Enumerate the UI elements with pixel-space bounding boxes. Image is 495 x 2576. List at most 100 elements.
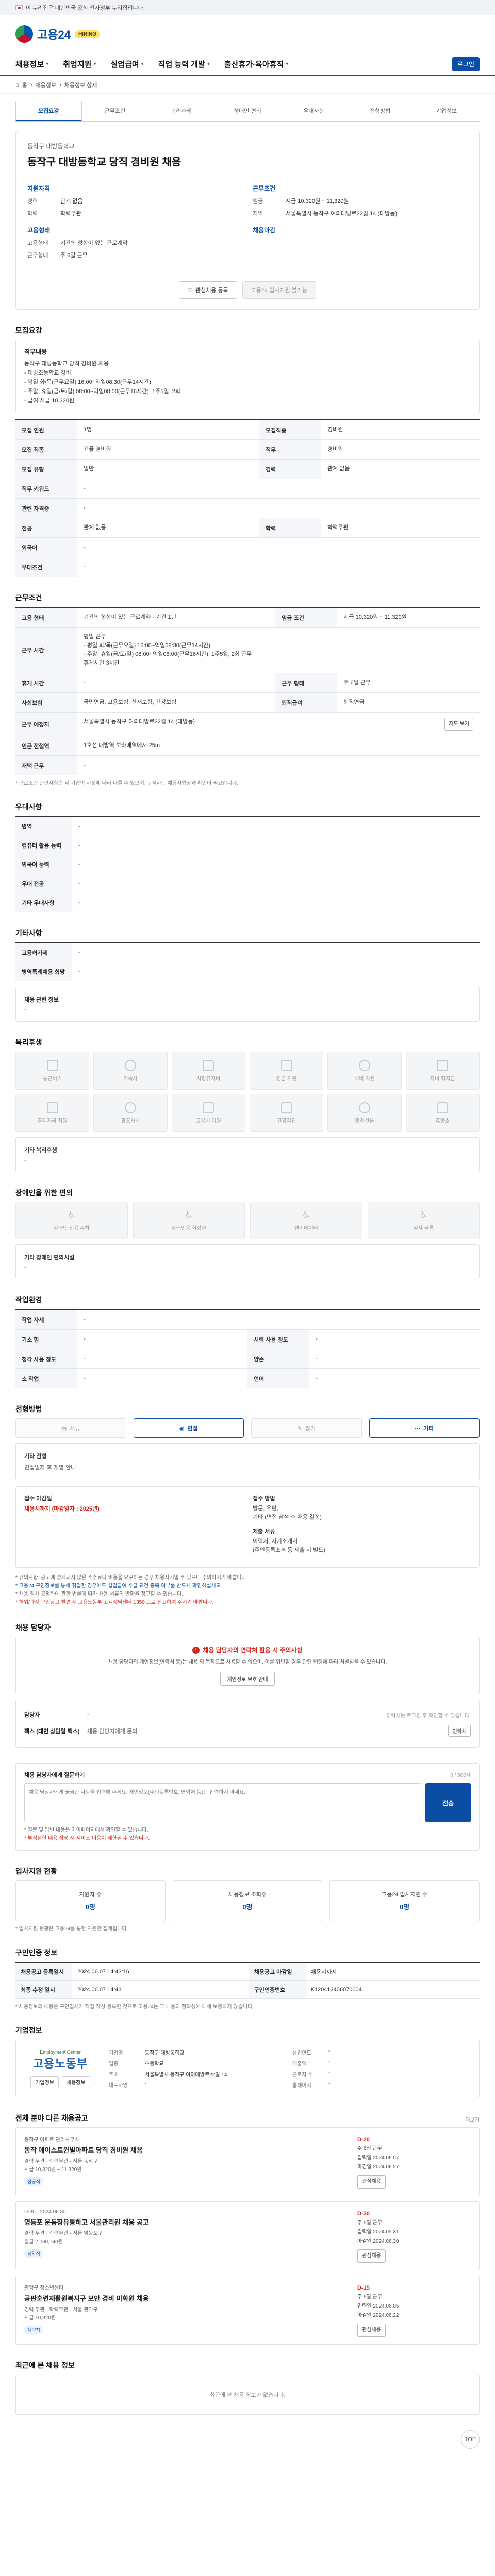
breadcrumb-item[interactable]: 채용정보 — [35, 81, 56, 89]
nav-item-training[interactable]: 직업 능력 개발 ▾ — [158, 59, 210, 70]
step-other: ⋯ 기타 — [369, 1418, 480, 1438]
row-header: 사회보험 — [15, 692, 77, 713]
table-row: 우대조건 - — [15, 557, 480, 577]
step-written: ✎ 필기 — [251, 1418, 362, 1438]
welfare-label: 연금 지원 — [276, 1076, 297, 1082]
apply-button[interactable]: 고용24 입사지원 불가능 — [242, 281, 317, 299]
stat-card: 지원자 수 0명 — [15, 1880, 166, 1921]
welfare-icon — [280, 1059, 292, 1071]
table-row: 모집 인원 1명 모집직종 경비원 — [15, 419, 480, 440]
table-row: 관련 자격증 - — [15, 498, 480, 518]
company-jobs-button[interactable]: 채용정보 — [62, 2076, 90, 2088]
nav-item-leave[interactable]: 출산휴가·육아휴직 ▾ — [224, 59, 288, 70]
recommended-main: 관악구 청소년센터 공판훈련재활원복지구 보안 경비 미화원 채용 경력 무관 · … — [24, 2283, 349, 2337]
tab-welfare[interactable]: 복리후생 — [148, 101, 214, 121]
recommended-card[interactable]: 동작구 아파트 관리사무소 동작 에이스트윈빌아파트 당직 경비원 채용 경력 무관… — [15, 2127, 480, 2196]
summary-value: 주 6일 근무 — [60, 252, 88, 259]
more-link[interactable]: 더보기 — [465, 2115, 480, 2123]
row-value: 기간의 정함이 있는 근로계약 · 기간 1년 — [77, 607, 276, 628]
company-info-value: - — [328, 2048, 331, 2054]
recommended-title[interactable]: 동작 에이스트윈빌아파트 당직 경비원 채용 — [24, 2145, 349, 2155]
tab-recruit[interactable]: 모집요강 — [15, 101, 82, 121]
step-label: 기타 — [423, 1426, 434, 1432]
recommended-company[interactable]: D-30 · 2024.06.30 — [24, 2209, 349, 2215]
row-header: 채용공고 마감일 — [249, 1962, 306, 1981]
recommended-section: 전체 분야 다른 채용공고 더보기 동작구 아파트 관리사무소 동작 에이스트윈빌… — [15, 2113, 480, 2345]
welfare-item: 기숙사 — [93, 1052, 168, 1090]
send-button[interactable]: 전송 — [425, 1783, 471, 1822]
inquiry-input[interactable] — [24, 1783, 421, 1822]
section-title: 입사지원 현황 — [15, 1867, 58, 1875]
row-header: 임금 조건 — [275, 607, 338, 628]
recommended-card[interactable]: 관악구 청소년센터 공판훈련재활원복지구 보안 경비 미화원 채용 경력 무관 · … — [15, 2276, 480, 2345]
method-value: 방문, 우편, 기타 (면접 참석 후 채용 결정) — [253, 1505, 322, 1520]
row-value: 관계 없음 — [321, 459, 480, 479]
company-info-key: 매출액 — [292, 2061, 307, 2067]
recommended-badges: 계약직 — [24, 2249, 349, 2258]
save-job-button[interactable]: 관심채용 — [357, 2175, 386, 2189]
recommended-company[interactable]: 동작구 아파트 관리사무소 — [24, 2135, 349, 2143]
recommended-title[interactable]: 영등포 운동장유통하고 서울관리원 채용 공고 — [24, 2217, 349, 2227]
other-extra-label: 채용 관련 정보 — [24, 997, 59, 1003]
row-header: 학력 — [259, 518, 321, 538]
section-title: 채용 담당자 — [15, 1623, 51, 1632]
row-value: - — [77, 537, 480, 557]
contact-button[interactable]: 연락처 — [448, 1725, 471, 1737]
preference-section: 우대사항 병역 - 컴퓨터 활용 능력 - 외국어 능력 - 우대 전공 - 기타 우대사항 - — [15, 802, 480, 912]
nav-item-support[interactable]: 취업지원 ▾ — [63, 59, 96, 70]
welfare-grid: 통근버스 기숙사 차량유지비 연금 지원 식비 지원 자녀 학자금 주택자금 지원 경조사비 교… — [15, 1052, 480, 1132]
contact-value: - — [87, 1711, 89, 1718]
process-extra-value: 면접일자 후 개별 안내 — [24, 1465, 76, 1471]
scroll-top-button[interactable]: TOP — [461, 2430, 480, 2449]
row-value: 평일 근무 · 평일 화/목(근무요일) 16:00~익일08:30(근무14시… — [77, 627, 480, 673]
company-info-button[interactable]: 기업정보 — [30, 2076, 59, 2088]
welfare-label: 기숙사 — [123, 1076, 138, 1082]
save-job-button[interactable]: 관심채용 — [357, 2249, 386, 2263]
tab-company[interactable]: 기업정보 — [413, 101, 480, 121]
tab-preference[interactable]: 우대사항 — [280, 101, 347, 121]
process-extra-label: 기타 전형 — [24, 1453, 47, 1460]
row-value: 2024.06.07 14:43 — [72, 1980, 249, 1999]
company-info-key: 홈페이지 — [292, 2083, 311, 2089]
recommended-title[interactable]: 공판훈련재활원복지구 보안 경비 미화원 채용 — [24, 2293, 349, 2303]
job-actions: ♡ 관심채용 등록 고용24 입사지원 불가능 — [27, 273, 468, 299]
save-job-button[interactable]: 관심채용 — [357, 2324, 386, 2337]
alert-body: 채용 담당자의 개인정보(연락처 등)는 채용 외 목적으로 사용할 수 없으며… — [108, 1659, 387, 1665]
facility-icon: ♿ — [302, 1210, 310, 1220]
company-name[interactable]: 동작구 대방동학교 — [27, 142, 468, 150]
recommended-card[interactable]: D-30 · 2024.06.30 영등포 운동장유통하고 서울관리원 채용 공고… — [15, 2201, 480, 2270]
facility-icon: ♿ — [67, 1210, 76, 1220]
nav-item-jobs[interactable]: 채용정보 ▾ — [15, 59, 48, 70]
table-row: 컴퓨터 활용 능력 - — [15, 836, 480, 855]
summary-row: 근무형태 주 6일 근무 — [27, 249, 242, 261]
save-job-button[interactable]: ♡ 관심채용 등록 — [178, 281, 237, 299]
section-title: 복리후생 — [15, 1038, 42, 1046]
tab-process[interactable]: 전형방법 — [347, 101, 414, 121]
row-header: 외국어 능력 — [15, 855, 72, 874]
contact-row: 팩스 (대면 상담일 팩스) 채용 담당자에게 문의 연락처 — [24, 1722, 471, 1740]
nav-item-benefits[interactable]: 실업급여 ▾ — [110, 59, 143, 70]
tab-disability[interactable]: 장애인 편의 — [214, 101, 281, 121]
recommended-dday: D-30 — [357, 2211, 370, 2217]
login-button[interactable]: 로그인 — [452, 57, 480, 71]
tab-work[interactable]: 근무조건 — [82, 101, 148, 121]
other-section: 기타사항 고용허가제 - 병역특례채용 희망 - 채용 관련 정보 - — [15, 928, 480, 1022]
privacy-guide-button[interactable]: 개인정보 보호 안내 — [220, 1672, 275, 1686]
row-value: - — [72, 874, 480, 893]
row-value: - — [77, 1309, 480, 1330]
recommended-main: 동작구 아파트 관리사무소 동작 에이스트윈빌아파트 당직 경비원 채용 경력 무관… — [24, 2135, 349, 2189]
welfare-item: 휴양소 — [405, 1094, 480, 1132]
table-row: 근무 예정지 서울특별시 동작구 여의대방로22길 14 (대방동) 지도 보기 — [15, 712, 480, 736]
summary-row: 경력 관계 없음 — [27, 195, 242, 207]
home-icon[interactable]: ⌂ — [15, 82, 19, 88]
stat-card: 고용24 입사지원 수 0명 — [329, 1880, 480, 1921]
breadcrumb-item[interactable]: 홈 — [22, 81, 27, 89]
site-logo[interactable]: 고용24 HIRING — [15, 25, 100, 43]
nav-label: 직업 능력 개발 — [158, 60, 205, 69]
map-button[interactable]: 지도 보기 — [444, 718, 473, 731]
recommended-meta: 경력 무관 · 학력무관 · 서울 영등포구 월급 2,060,740원 — [24, 2231, 103, 2245]
stat-label: 고용24 입사지원 수 — [382, 1892, 428, 1898]
recommended-company[interactable]: 관악구 청소년센터 — [24, 2283, 349, 2291]
recent-section: 최근에 본 채용 정보 최근에 본 채용 정보가 없습니다. — [15, 2360, 480, 2415]
welfare-label: 식비 지원 — [354, 1076, 375, 1082]
